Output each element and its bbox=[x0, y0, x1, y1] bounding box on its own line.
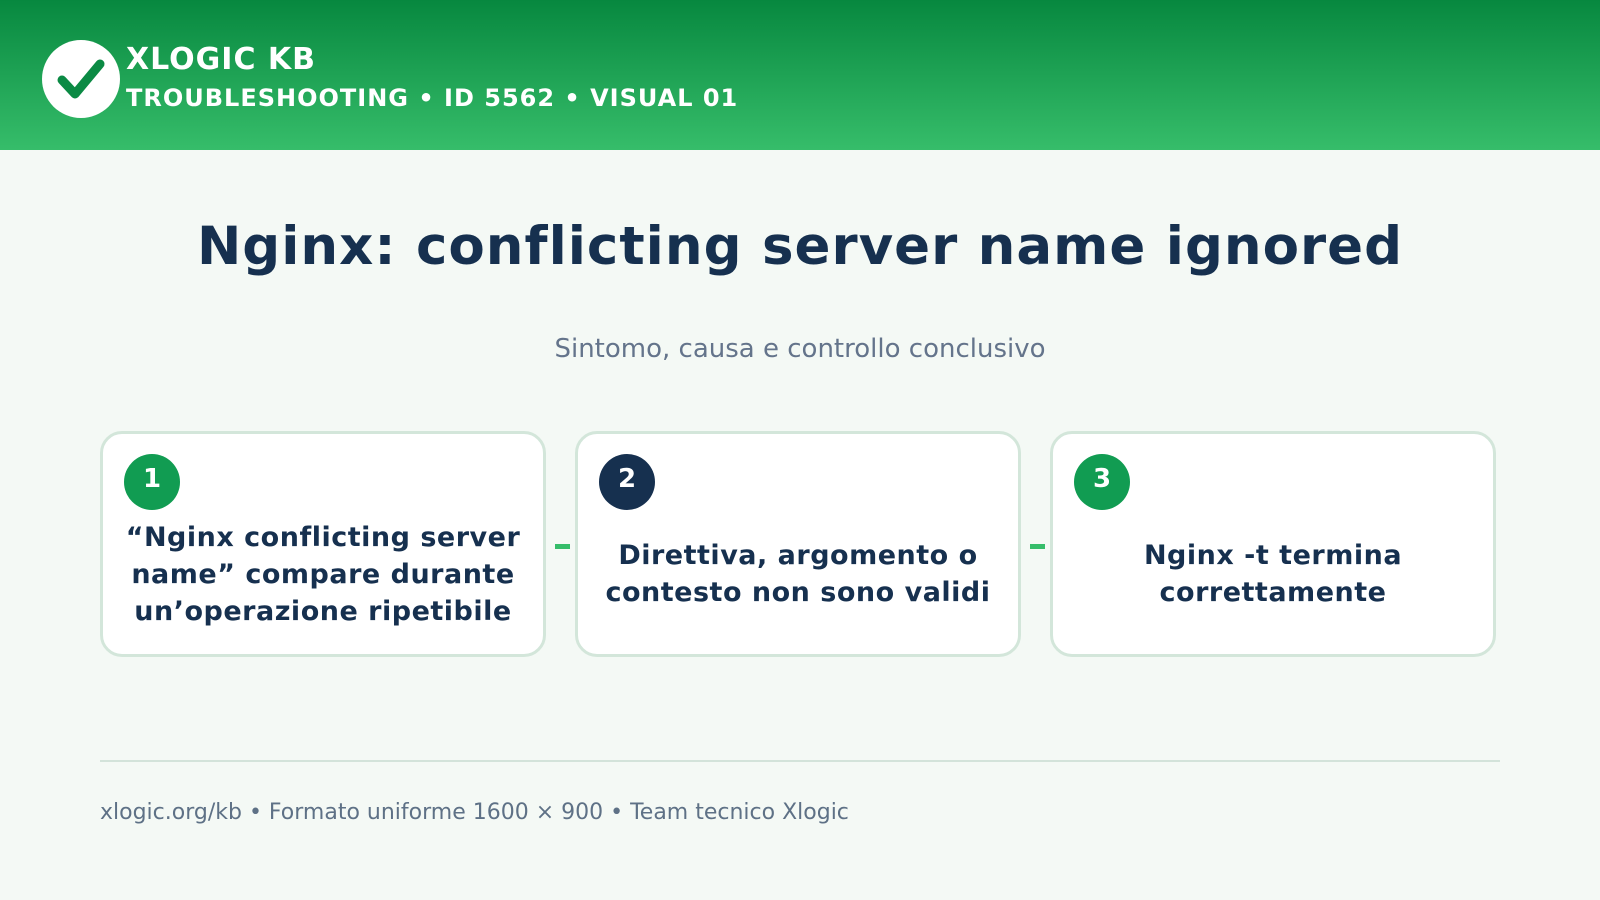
checkmark-icon bbox=[42, 40, 120, 118]
step-card-3: 3 Nginx -t termina correttamente bbox=[1050, 431, 1496, 657]
step-number-badge: 2 bbox=[599, 454, 655, 510]
step-text: “Nginx conflicting server name” compare … bbox=[125, 521, 521, 627]
page-title: Nginx: conflicting server name ignored bbox=[196, 216, 1404, 277]
step-number-badge: 1 bbox=[124, 454, 180, 510]
step-card-1: 1 “Nginx conflicting server name” compar… bbox=[100, 431, 546, 657]
step-connector bbox=[555, 544, 570, 549]
brand-subtitle: TROUBLESHOOTING • ID 5562 • VISUAL 01 bbox=[126, 84, 739, 112]
brand-title: XLOGIC KB bbox=[126, 42, 317, 77]
step-card-2: 2 Direttiva, argomento o contesto non so… bbox=[575, 431, 1021, 657]
step-connector bbox=[1030, 544, 1045, 549]
footer-divider bbox=[100, 760, 1500, 762]
step-text: Direttiva, argomento o contesto non sono… bbox=[605, 540, 991, 608]
header-bar: XLOGIC KB TROUBLESHOOTING • ID 5562 • VI… bbox=[0, 0, 1600, 150]
step-text: Nginx -t termina correttamente bbox=[1143, 540, 1403, 608]
step-number-badge: 3 bbox=[1074, 454, 1130, 510]
page-subtitle: Sintomo, causa e controllo conclusivo bbox=[554, 334, 1046, 364]
footer-text: xlogic.org/kb • Formato uniforme 1600 × … bbox=[100, 800, 849, 825]
